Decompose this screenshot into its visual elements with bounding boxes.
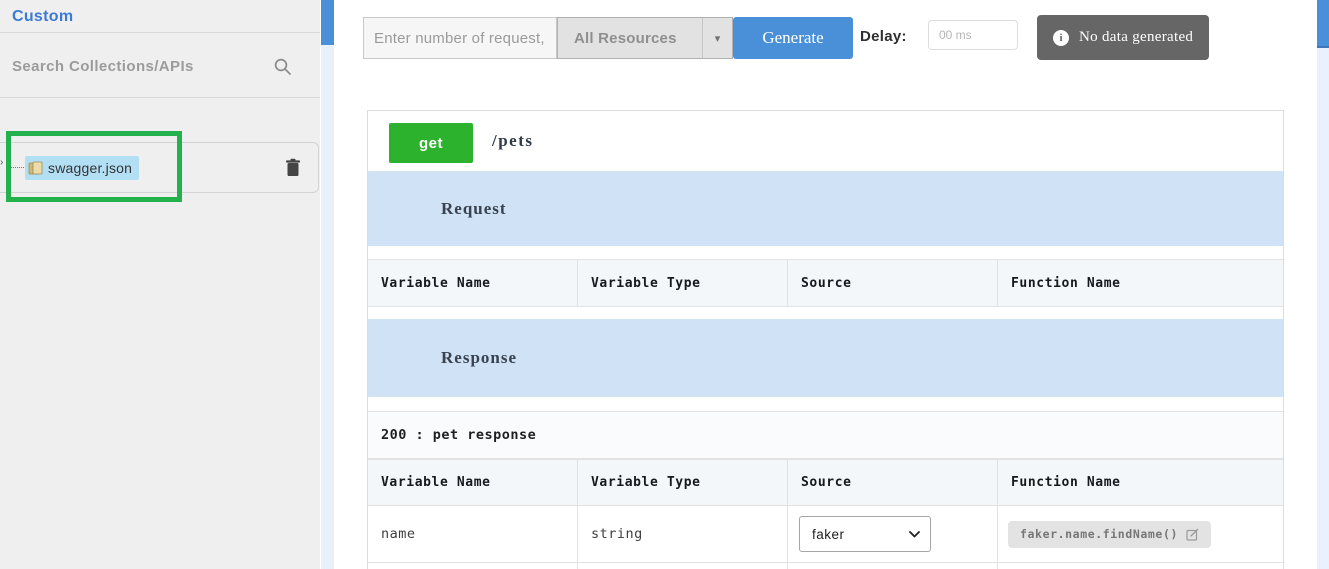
- info-icon: i: [1053, 30, 1069, 46]
- endpoint-header-row[interactable]: get /pets: [368, 111, 1283, 171]
- sidebar: Custom › swagger.json: [0, 0, 320, 569]
- next-table-row-partial: [368, 563, 1283, 569]
- column-header-source: Source: [788, 260, 998, 306]
- delay-label: Delay:: [860, 28, 907, 45]
- request-table-header: Variable Name Variable Type Source Funct…: [368, 259, 1283, 307]
- edit-icon[interactable]: [1186, 528, 1199, 541]
- delete-collection-button[interactable]: [284, 158, 302, 178]
- response-section-title: Response: [368, 348, 517, 368]
- chevron-down-icon: [909, 531, 920, 538]
- search-input[interactable]: [12, 50, 264, 82]
- column-header-variable-type: Variable Type: [578, 460, 788, 505]
- chevron-down-icon: ▾: [715, 32, 721, 45]
- function-name-text: faker.name.findName(): [1020, 527, 1178, 541]
- response-section-band: Response: [368, 319, 1283, 397]
- source-select[interactable]: faker: [799, 516, 931, 552]
- response-table-header: Variable Name Variable Type Source Funct…: [368, 459, 1283, 506]
- cell-variable-name: name: [368, 506, 578, 562]
- trash-icon: [285, 158, 301, 177]
- request-section-title: Request: [368, 199, 507, 219]
- http-method-badge: get: [389, 123, 473, 163]
- collection-name: swagger.json: [48, 160, 132, 176]
- divider: [0, 32, 320, 33]
- function-name-badge[interactable]: faker.name.findName(): [1008, 521, 1211, 548]
- column-header-function-name: Function Name: [998, 460, 1283, 505]
- delay-input[interactable]: [928, 20, 1018, 50]
- resources-dropdown[interactable]: All Resources ▾: [557, 17, 733, 59]
- main-scrollbar-thumb[interactable]: [1317, 0, 1329, 48]
- column-header-function-name: Function Name: [998, 260, 1283, 306]
- dropdown-caret-box: ▾: [702, 18, 732, 58]
- collection-row: › swagger.json: [0, 142, 319, 193]
- response-code-row: 200 : pet response: [368, 411, 1283, 459]
- status-badge: i No data generated: [1037, 15, 1209, 60]
- column-header-variable-name: Variable Name: [368, 460, 578, 505]
- cell-variable-type: string: [578, 506, 788, 562]
- cell-source: faker: [788, 506, 998, 562]
- json-file-icon: [28, 161, 43, 176]
- search-icon[interactable]: [274, 58, 291, 75]
- resources-dropdown-value: All Resources: [558, 30, 702, 47]
- table-row: name string faker faker.name.findName(): [368, 506, 1283, 563]
- sidebar-scrollbar-track[interactable]: [321, 0, 334, 569]
- column-header-variable-name: Variable Name: [368, 260, 578, 306]
- column-header-source: Source: [788, 460, 998, 505]
- response-code-text: 200 : pet response: [368, 427, 536, 443]
- source-select-value: faker: [812, 527, 845, 542]
- column-header-variable-type: Variable Type: [578, 260, 788, 306]
- api-panel: get /pets Request Variable Name Variable…: [367, 110, 1284, 569]
- tree-connector-line: [8, 151, 26, 168]
- main-scrollbar-track[interactable]: [1317, 0, 1329, 569]
- cell-function-name: faker.name.findName(): [998, 506, 1283, 562]
- request-count-input[interactable]: [363, 17, 557, 59]
- status-text: No data generated: [1079, 29, 1193, 46]
- generate-button[interactable]: Generate: [733, 17, 853, 59]
- sidebar-title: Custom: [12, 8, 73, 26]
- mock-data-generator-app: Custom › swagger.json: [0, 0, 1329, 569]
- sidebar-scrollbar-thumb[interactable]: [321, 0, 334, 45]
- divider: [0, 97, 320, 98]
- sidebar-item-swagger-json[interactable]: swagger.json: [25, 156, 139, 180]
- tree-expander-icon[interactable]: ›: [0, 157, 3, 168]
- request-section-band: Request: [368, 171, 1283, 246]
- endpoint-path: /pets: [492, 111, 534, 171]
